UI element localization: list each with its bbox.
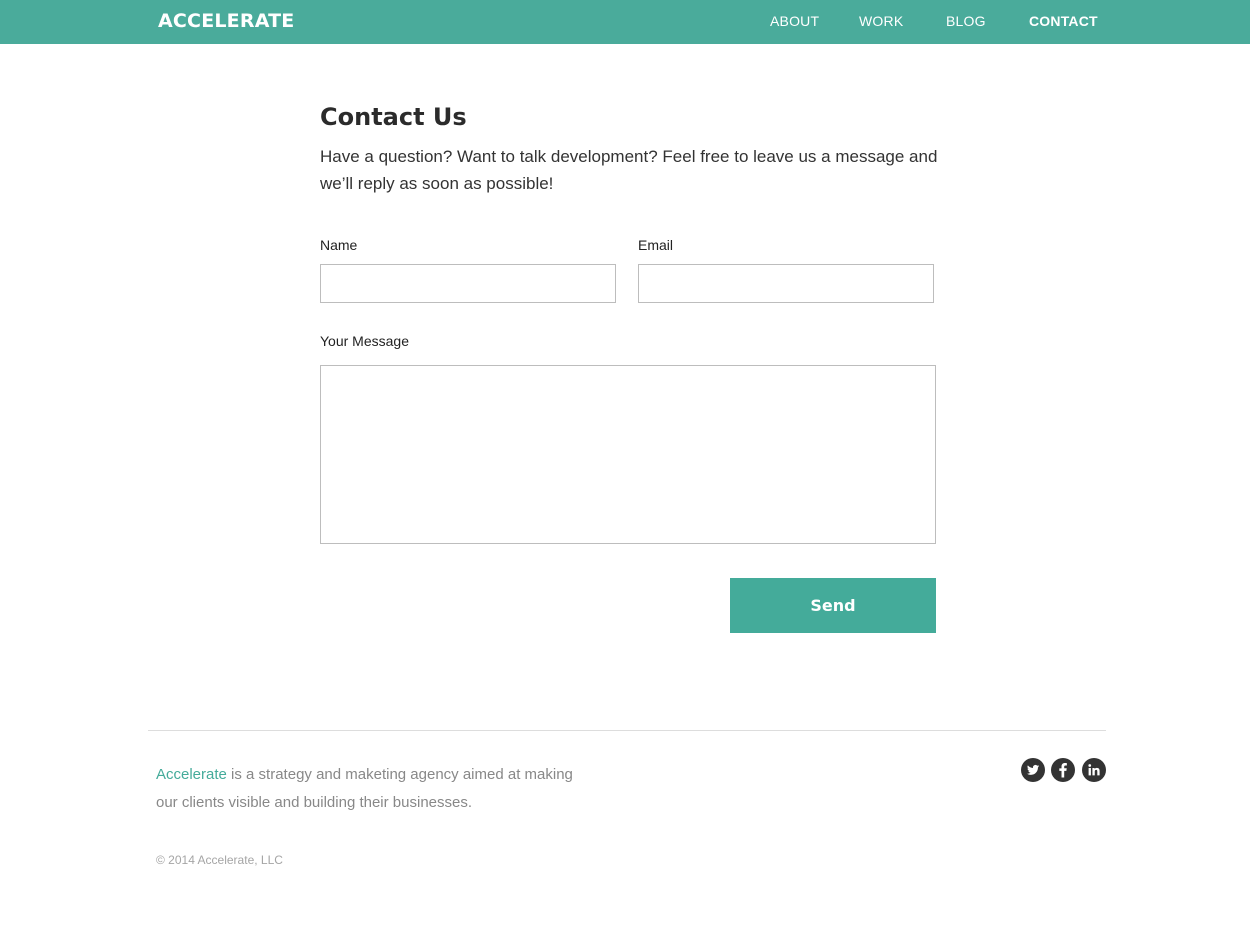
name-label: Name bbox=[320, 237, 358, 253]
logo[interactable]: ACCELERATE bbox=[158, 10, 294, 32]
facebook-icon[interactable] bbox=[1051, 758, 1075, 782]
intro-text: Have a question? Want to talk developmen… bbox=[320, 147, 938, 193]
page-title: Contact Us bbox=[320, 103, 467, 131]
copyright: © 2014 Accelerate, LLC bbox=[156, 853, 283, 867]
message-textarea[interactable] bbox=[320, 365, 936, 544]
nav-blog[interactable]: BLOG bbox=[946, 13, 986, 30]
message-label: Your Message bbox=[320, 333, 409, 349]
twitter-icon[interactable] bbox=[1021, 758, 1045, 782]
footer-brand-link[interactable]: Accelerate bbox=[156, 766, 227, 783]
email-label: Email bbox=[638, 237, 674, 253]
linkedin-icon[interactable] bbox=[1082, 758, 1106, 782]
nav-contact[interactable]: CONTACT bbox=[1029, 13, 1098, 30]
name-input[interactable] bbox=[320, 264, 616, 303]
nav-about[interactable]: ABOUT bbox=[770, 13, 819, 30]
nav-work[interactable]: WORK bbox=[859, 13, 903, 30]
send-button[interactable]: Send bbox=[730, 578, 936, 633]
footer-divider bbox=[148, 730, 1106, 731]
email-input[interactable] bbox=[638, 264, 934, 303]
site-header: ACCELERATE ABOUT WORK BLOG CONTACT bbox=[0, 0, 1250, 44]
footer-about: Accelerate is a strategy and maketing ag… bbox=[156, 761, 576, 817]
